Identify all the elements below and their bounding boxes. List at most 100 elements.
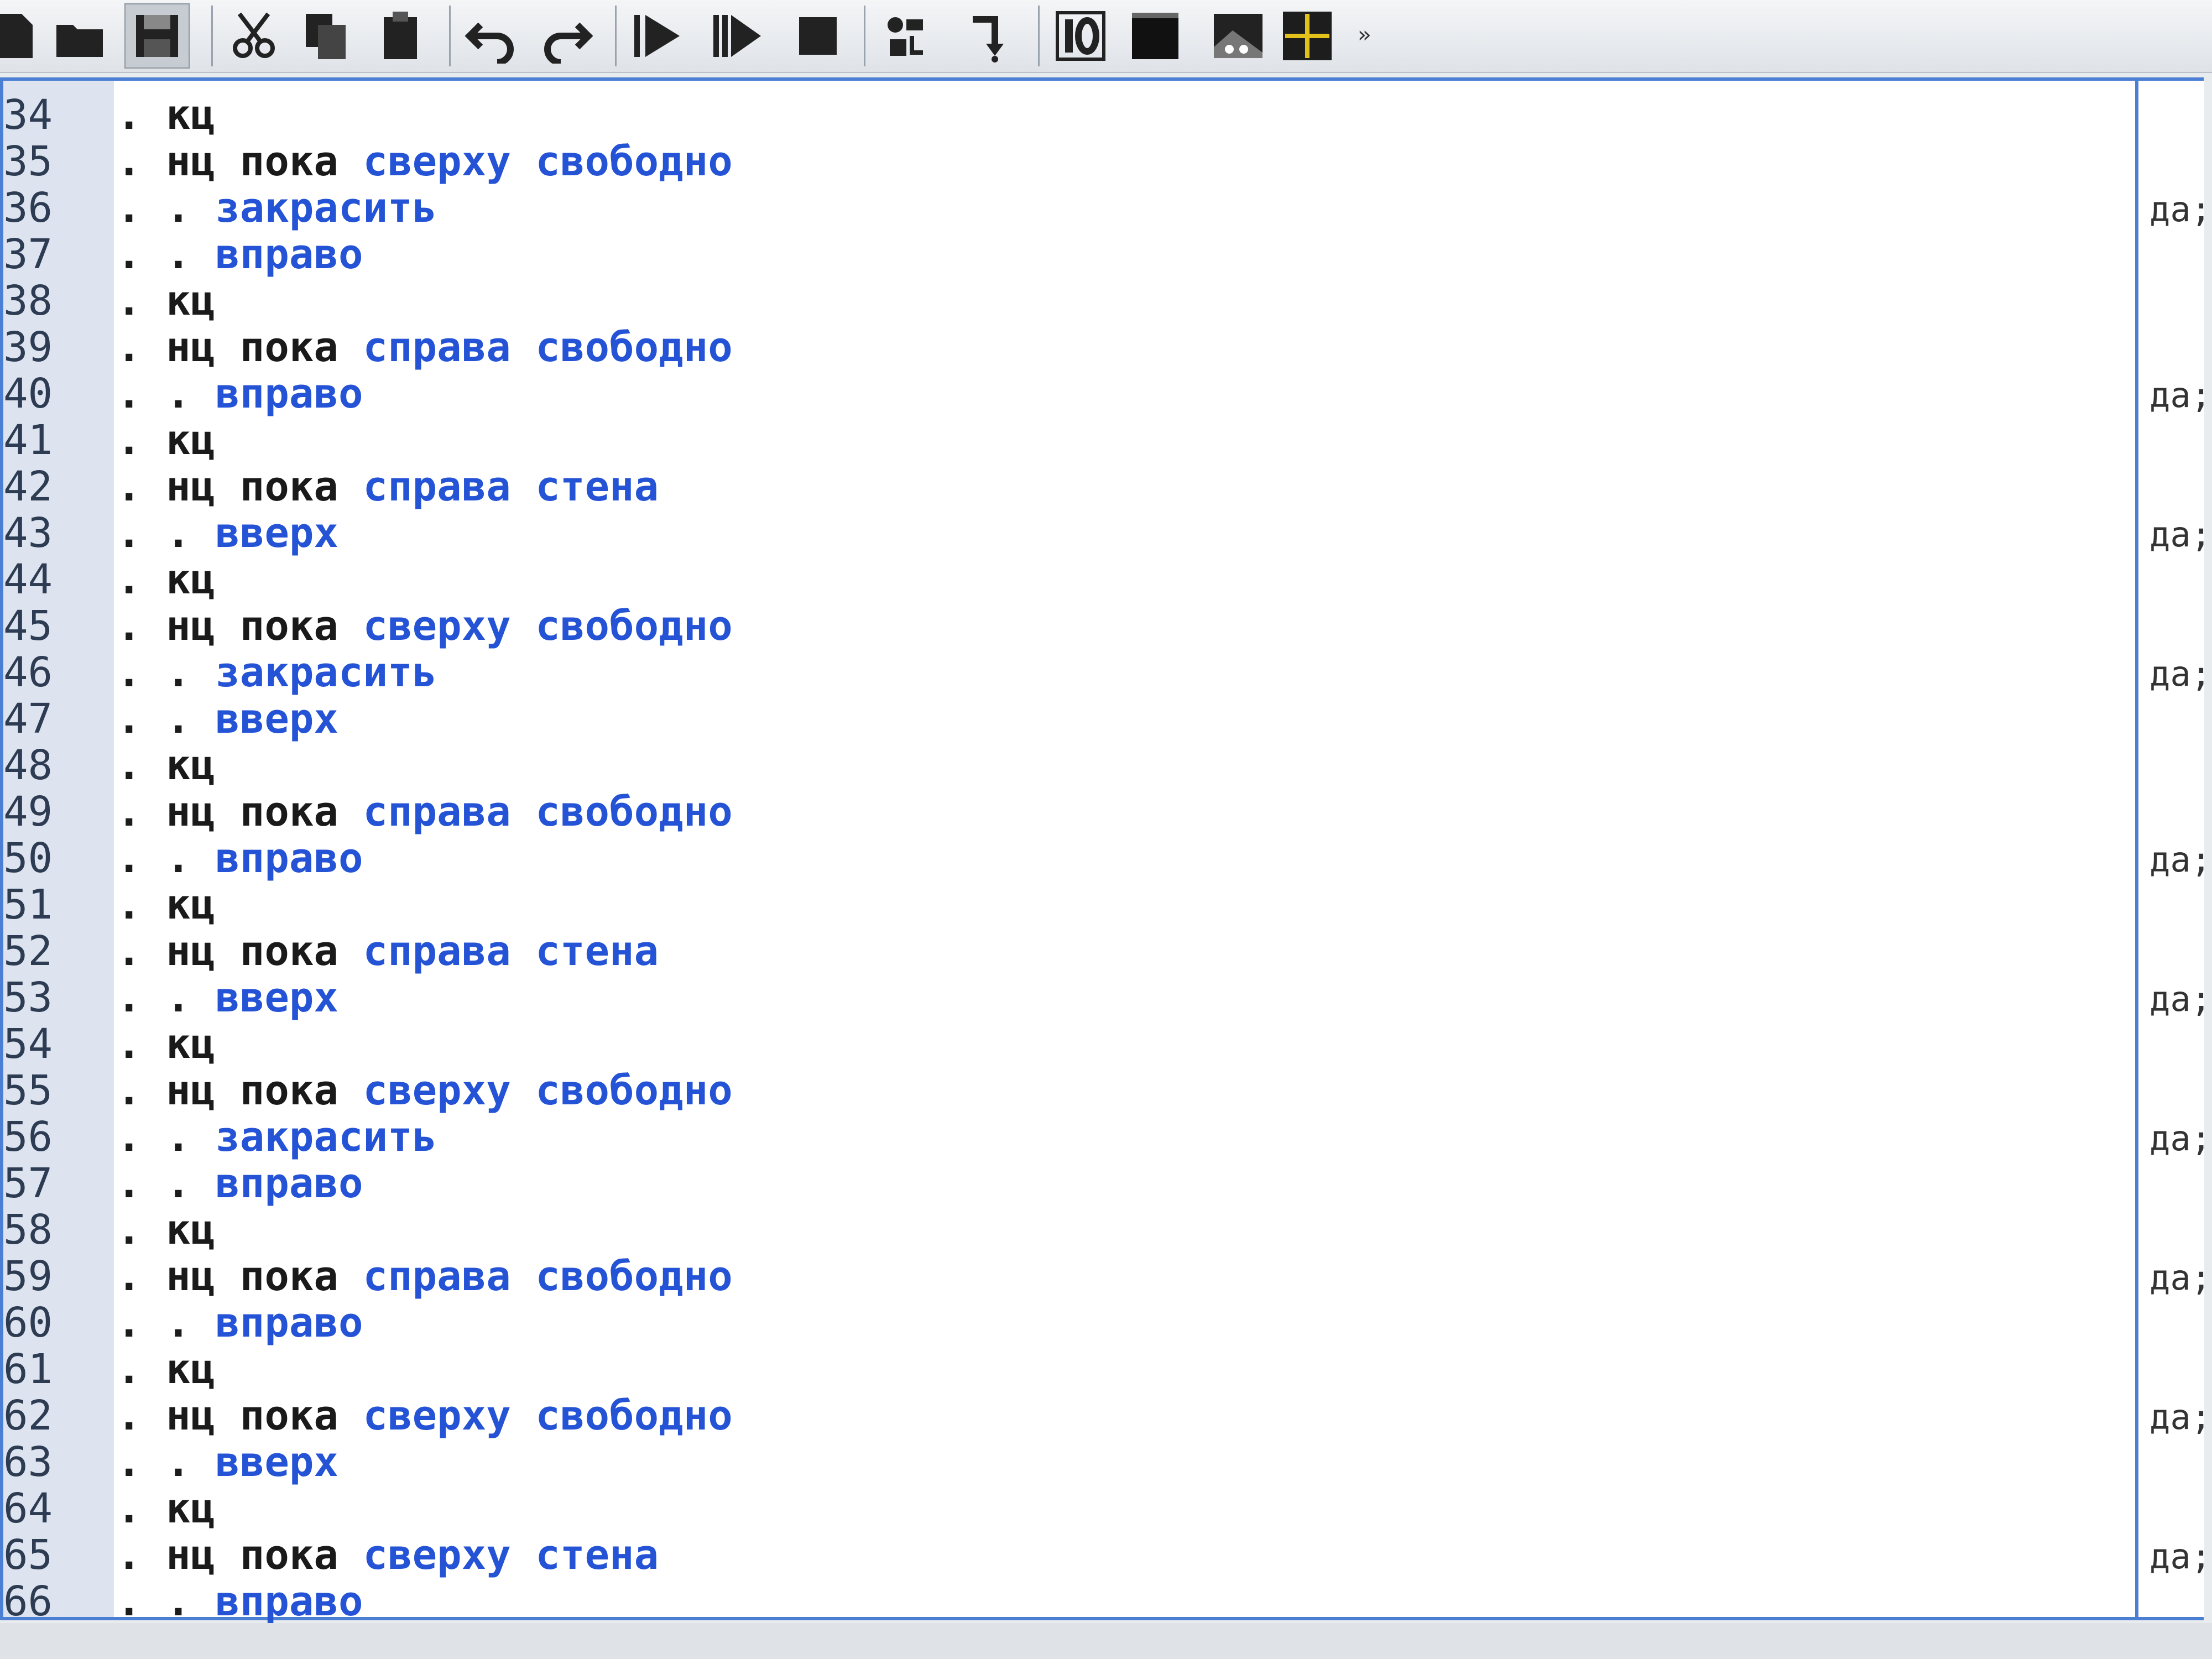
code-text: . . вправо: [117, 371, 363, 417]
redo-button[interactable]: [534, 3, 599, 69]
code-line[interactable]: 47 . . вверх: [3, 696, 2135, 742]
code-text: . . вправо: [117, 835, 363, 881]
code-text: . кц: [117, 278, 215, 324]
toolbar-separator: [615, 6, 617, 66]
code-line[interactable]: 57 . . вправо: [3, 1160, 2135, 1207]
code-line[interactable]: 41. кц: [3, 417, 2135, 463]
indent-dots: .: [117, 1345, 166, 1393]
code-line[interactable]: 42. нц пока справа стена: [3, 463, 2135, 510]
code-line[interactable]: 39. нц пока справа свободно: [3, 324, 2135, 371]
code-text: . кц: [117, 556, 215, 603]
code-text: . нц пока справа свободно: [117, 324, 733, 371]
code-line[interactable]: 48. кц: [3, 742, 2135, 789]
code-line[interactable]: 59. нц пока справа свободно: [3, 1253, 2135, 1300]
code-line[interactable]: 64. кц: [3, 1485, 2135, 1532]
indent-dots: .: [117, 1253, 166, 1300]
robot-command: вправо: [215, 1578, 363, 1625]
line-number: 54: [3, 1020, 53, 1068]
indent-dots: . .: [117, 1113, 216, 1161]
toolbar-more-button[interactable]: »: [1358, 22, 1371, 48]
code-line[interactable]: 35. нц пока сверху свободно: [3, 138, 2135, 185]
toolbar: [0, 0, 2212, 73]
indent-dots: .: [117, 927, 166, 975]
save-icon: [136, 15, 178, 57]
code-line[interactable]: 37 . . вправо: [3, 231, 2135, 278]
code-line[interactable]: 36 . . закрасить: [3, 185, 2135, 231]
robot-field-button[interactable]: [1206, 3, 1271, 69]
code-line[interactable]: 43 . . вверх: [3, 510, 2135, 556]
copy-button[interactable]: [293, 3, 358, 69]
code-text: . . вправо: [117, 231, 363, 278]
margin-result: да;: [2150, 1118, 2211, 1159]
code-line[interactable]: 53 . . вверх: [3, 974, 2135, 1021]
indent-dots: .: [117, 742, 166, 789]
code-line[interactable]: 51. кц: [3, 881, 2135, 928]
code-text: . кц: [117, 1485, 215, 1532]
code-area[interactable]: 34. кц 35. нц пока сверху свободно 36. . з…: [3, 81, 2135, 1625]
code-text: . . закрасить: [117, 1114, 437, 1160]
step-run-button[interactable]: [705, 3, 770, 69]
indent-dots: .: [117, 1392, 166, 1439]
keyword: нц пока: [166, 1531, 363, 1579]
drawer-button[interactable]: [1275, 3, 1340, 69]
paste-icon: [384, 12, 417, 59]
run-icon: [634, 15, 680, 57]
code-text: . нц пока справа стена: [117, 463, 659, 510]
toolbar-separator: [449, 6, 451, 66]
step-into-button[interactable]: [957, 3, 1022, 69]
step-over-button[interactable]: [874, 3, 939, 69]
keyword: нц пока: [166, 602, 363, 650]
code-line[interactable]: 66 . . вправо: [3, 1578, 2135, 1625]
code-line[interactable]: 38. кц: [3, 278, 2135, 324]
code-line[interactable]: 65. нц пока сверху стена: [3, 1532, 2135, 1578]
code-line[interactable]: 60 . . вправо: [3, 1300, 2135, 1346]
keyword: кц: [166, 1345, 216, 1393]
margin-result: да;: [2150, 375, 2211, 415]
robot-command: справа свободно: [363, 1253, 733, 1300]
robot-command: вправо: [215, 1299, 363, 1347]
open-folder-button[interactable]: [47, 3, 112, 69]
code-text: . . вверх: [117, 1439, 338, 1485]
paste-button[interactable]: [368, 3, 433, 69]
line-number: 49: [3, 788, 53, 836]
robot-field-icon: [1214, 14, 1262, 58]
code-line[interactable]: 55. нц пока сверху свободно: [3, 1067, 2135, 1114]
code-line[interactable]: 45. нц пока сверху свободно: [3, 603, 2135, 649]
code-line[interactable]: 34. кц: [3, 92, 2135, 138]
code-line[interactable]: 58. кц: [3, 1207, 2135, 1253]
code-line[interactable]: 56 . . закрасить: [3, 1114, 2135, 1160]
code-line[interactable]: 52. нц пока справа стена: [3, 928, 2135, 974]
code-line[interactable]: 40 . . вправо: [3, 371, 2135, 417]
code-line[interactable]: 50 . . вправо: [3, 835, 2135, 881]
code-line[interactable]: 44. кц: [3, 556, 2135, 603]
save-button[interactable]: [124, 3, 190, 69]
code-line[interactable]: 61. кц: [3, 1346, 2135, 1392]
indent-dots: .: [117, 324, 166, 371]
robot-command: вправо: [215, 231, 363, 278]
io-window-button[interactable]: [1048, 3, 1113, 69]
terminal-window-button[interactable]: [1123, 3, 1188, 69]
code-line[interactable]: 63 . . вверх: [3, 1439, 2135, 1485]
keyword: нц пока: [166, 1067, 363, 1114]
run-button[interactable]: [625, 3, 690, 69]
keyword: кц: [166, 742, 216, 789]
undo-button[interactable]: [459, 3, 524, 69]
robot-command: вправо: [215, 370, 363, 418]
code-line[interactable]: 62. нц пока сверху свободно: [3, 1392, 2135, 1439]
toolbar-separator: [211, 6, 213, 66]
code-text: . кц: [117, 92, 215, 138]
code-line[interactable]: 46 . . закрасить: [3, 649, 2135, 696]
indent-dots: . .: [117, 695, 216, 743]
step-run-icon: [713, 15, 761, 57]
line-number: 43: [3, 509, 53, 557]
robot-command: закрасить: [215, 184, 437, 232]
code-editor[interactable]: 34. кц 35. нц пока сверху свободно 36. . з…: [0, 77, 2211, 1625]
code-line[interactable]: 54. кц: [3, 1021, 2135, 1067]
line-number: 36: [3, 184, 53, 232]
stop-button[interactable]: [785, 3, 851, 69]
indent-dots: . .: [117, 1299, 216, 1347]
indent-dots: .: [117, 1067, 166, 1114]
cut-button[interactable]: [221, 3, 286, 69]
code-line[interactable]: 49. нц пока справа свободно: [3, 789, 2135, 835]
new-file-button[interactable]: [0, 3, 49, 69]
